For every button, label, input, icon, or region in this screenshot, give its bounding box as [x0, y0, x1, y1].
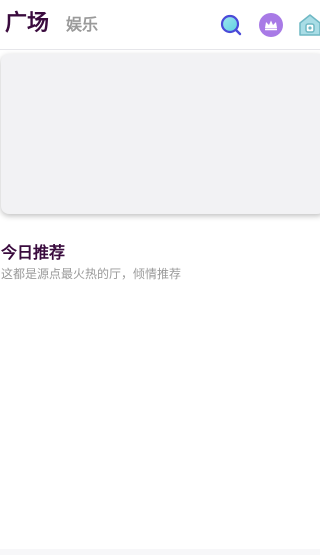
recommend-title: 今日推荐 — [1, 243, 66, 262]
tab-entertainment[interactable]: 娱乐 — [66, 14, 98, 36]
bottom-edge — [0, 549, 320, 555]
vip-button[interactable] — [259, 13, 283, 37]
top-bar: 广场 娱乐 — [0, 0, 320, 50]
search-button[interactable] — [219, 13, 243, 37]
search-icon — [220, 14, 242, 36]
square-page: 广场 娱乐 今日推荐 这都是源点最火热的厅，倾情推荐 — [0, 0, 320, 555]
crown-icon — [259, 13, 283, 37]
banner-card[interactable] — [1, 54, 320, 214]
home-button[interactable] — [298, 13, 320, 37]
recommend-subtitle: 这都是源点最火热的厅，倾情推荐 — [1, 267, 182, 281]
home-icon — [299, 14, 320, 36]
tab-square[interactable]: 广场 — [5, 9, 49, 39]
